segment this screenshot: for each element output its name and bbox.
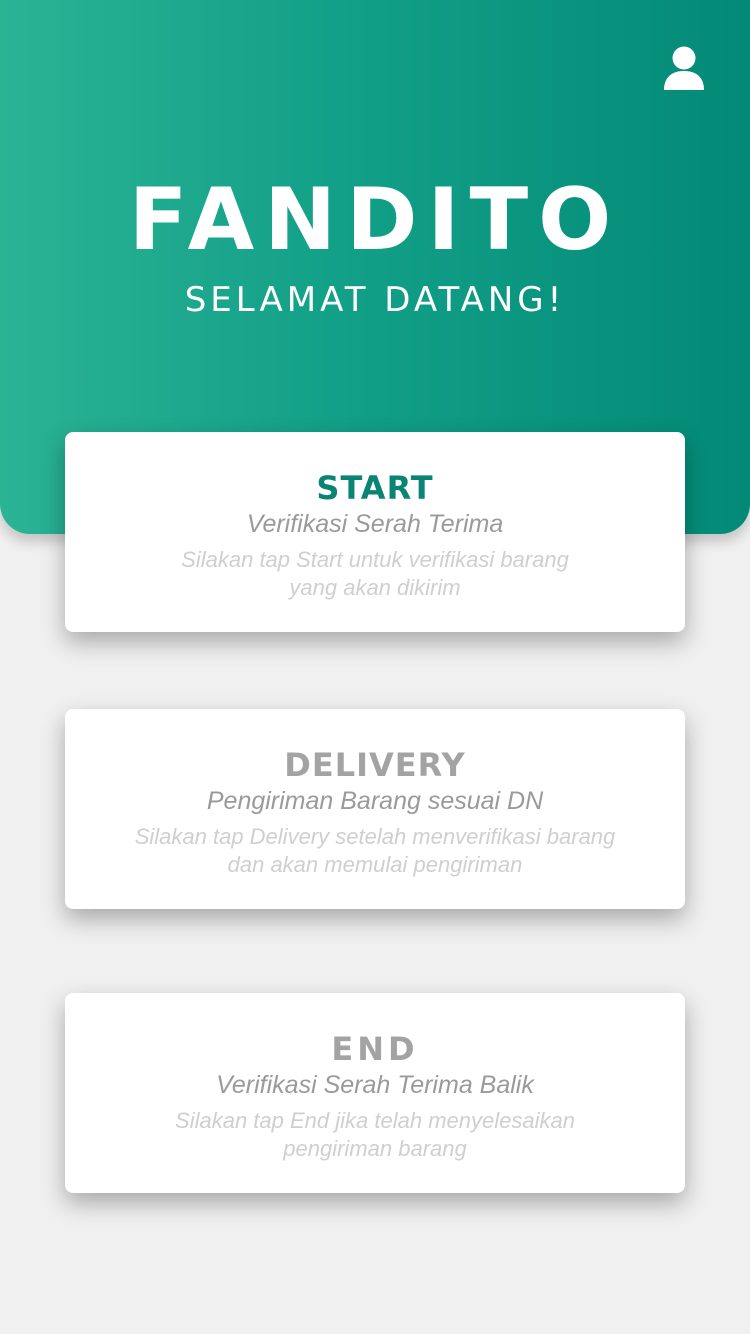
start-card-description-line: Silakan tap Start untuk verifikasi baran… bbox=[181, 547, 569, 572]
delivery-card-title: DELIVERY bbox=[284, 746, 466, 784]
end-card[interactable]: END Verifikasi Serah Terima Balik Silaka… bbox=[65, 993, 685, 1193]
delivery-card-subtitle: Pengiriman Barang sesuai DN bbox=[206, 787, 544, 815]
delivery-card-description-line: dan akan memulai pengiriman bbox=[227, 852, 523, 877]
user-icon bbox=[664, 46, 704, 90]
start-card-description-line: yang akan dikirim bbox=[289, 575, 461, 600]
start-card-subtitle: Verifikasi Serah Terima bbox=[246, 510, 504, 538]
delivery-card-description: Silakan tap Delivery setelah menverifika… bbox=[65, 823, 685, 879]
profile-button[interactable] bbox=[662, 44, 706, 92]
end-card-description-line: pengiriman barang bbox=[283, 1136, 467, 1161]
end-card-description-line: Silakan tap End jika telah menyelesaikan bbox=[175, 1108, 575, 1133]
app-title: FANDITO bbox=[128, 170, 622, 270]
start-card-title: START bbox=[316, 469, 434, 507]
welcome-subtitle: SELAMAT DATANG! bbox=[184, 280, 566, 320]
delivery-card-description-line: Silakan tap Delivery setelah menverifika… bbox=[134, 824, 616, 849]
delivery-card[interactable]: DELIVERY Pengiriman Barang sesuai DN Sil… bbox=[65, 709, 685, 909]
end-card-description: Silakan tap End jika telah menyelesaikan… bbox=[65, 1107, 685, 1163]
start-card[interactable]: START Verifikasi Serah Terima Silakan ta… bbox=[65, 432, 685, 632]
start-card-description: Silakan tap Start untuk verifikasi baran… bbox=[65, 546, 685, 602]
end-card-subtitle: Verifikasi Serah Terima Balik bbox=[216, 1071, 534, 1099]
end-card-title: END bbox=[331, 1030, 419, 1068]
